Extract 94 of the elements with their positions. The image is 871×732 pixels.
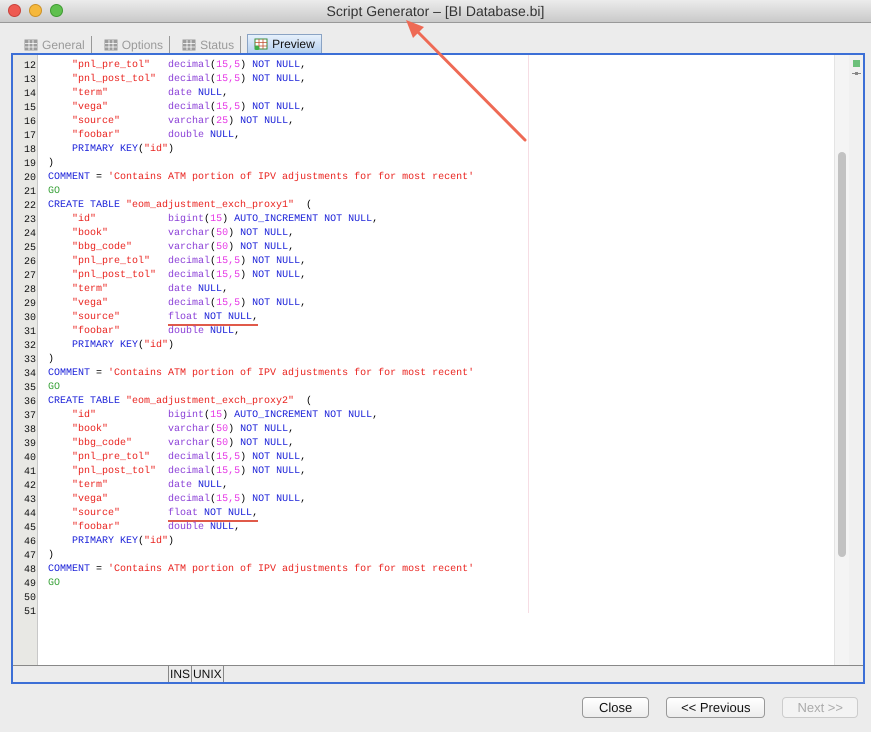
line-number: 26 (22, 256, 37, 268)
line-number: 42 (22, 480, 37, 492)
line-number: 12 (22, 60, 37, 72)
line-number: 34 (22, 368, 37, 380)
close-window-button[interactable] (8, 4, 21, 17)
code-line: "foobar" double NULL, (71, 521, 240, 535)
code-line: "term" date NULL, (71, 479, 228, 493)
code-line: "pnl_pre_tol" decimal(15,5) NOT NULL, (71, 59, 306, 73)
line-number: 28 (22, 284, 37, 296)
code-line: CREATE TABLE "eom_adjustment_exch_proxy2" ( (48, 395, 312, 409)
code-line: "term" date NULL, (71, 283, 228, 297)
code-line: COMMENT = 'Contains ATM portion of IPV adjustments for for most recent' (48, 563, 474, 577)
line-number: 21 (22, 186, 37, 198)
line-number: 23 (22, 214, 37, 226)
line-number: 48 (22, 564, 37, 576)
code-line: "pnl_post_tol" decimal(15,5) NOT NULL, (71, 269, 306, 283)
split-handle-icon[interactable] (852, 71, 860, 76)
code-line: COMMENT = 'Contains ATM portion of IPV adjustments for for most recent' (48, 171, 474, 185)
code-line: "bbg_code" varchar(50) NOT NULL, (71, 437, 294, 451)
minimize-window-button[interactable] (29, 4, 42, 17)
code-line: GO (48, 185, 60, 199)
code-line: "foobar" double NULL, (71, 129, 240, 143)
code-line: PRIMARY KEY("id") (71, 143, 174, 157)
code-line: CREATE TABLE "eom_adjustment_exch_proxy1" ( (48, 199, 312, 213)
line-number: 19 (22, 158, 37, 170)
line-number: 39 (22, 438, 37, 450)
code-line: COMMENT = 'Contains ATM portion of IPV adjustments for for most recent' (48, 367, 474, 381)
line-number: 35 (22, 382, 37, 394)
code-line: "source" float NOT NULL, (48, 507, 258, 521)
code-line: "id" bigint(15) AUTO_INCREMENT NOT NULL, (71, 213, 378, 227)
line-number: 13 (22, 74, 37, 86)
tab[interactable]: Preview (247, 34, 322, 53)
code-line: "source" float NOT NULL, (48, 311, 258, 325)
code-line: ) (48, 549, 54, 563)
table-icon (24, 38, 38, 50)
line-number: 50 (22, 592, 37, 604)
line-number: 37 (22, 410, 37, 422)
window-title: Script Generator – [BI Database.bi] (326, 3, 544, 19)
zoom-window-button[interactable] (50, 4, 63, 17)
line-number: 49 (22, 578, 37, 590)
code-line: "book" varchar(50) NOT NULL, (71, 227, 294, 241)
line-number: 22 (22, 200, 37, 212)
status-indicator-icon (852, 60, 860, 67)
scrollbar[interactable] (834, 55, 849, 665)
line-number: 51 (22, 606, 37, 618)
line-number: 36 (22, 396, 37, 408)
code-line: "vega" decimal(15,5) NOT NULL, (71, 101, 306, 115)
code-line: ) (48, 353, 54, 367)
line-number: 40 (22, 452, 37, 464)
code-line: GO (48, 381, 60, 395)
line-number: 29 (22, 298, 37, 310)
code-line: "source" varchar(25) NOT NULL, (71, 115, 294, 129)
code-line: "pnl_pre_tol" decimal(15,5) NOT NULL, (71, 255, 306, 269)
table-icon (104, 38, 118, 50)
line-number: 33 (22, 354, 37, 366)
line-number: 45 (22, 522, 37, 534)
line-number: 27 (22, 270, 37, 282)
line-number: 38 (22, 424, 37, 436)
line-ending-indicator: UNIX (192, 666, 224, 682)
dialog-button[interactable]: Close (582, 697, 650, 718)
code-line: PRIMARY KEY("id") (71, 339, 174, 353)
line-number: 20 (22, 172, 37, 184)
code-line: "vega" decimal(15,5) NOT NULL, (71, 493, 306, 507)
code-line: "book" varchar(50) NOT NULL, (71, 423, 294, 437)
line-number: 16 (22, 116, 37, 128)
code-line: PRIMARY KEY("id") (71, 535, 174, 549)
dialog-button[interactable]: << Previous (666, 697, 766, 718)
line-number: 46 (22, 536, 37, 548)
code-line: "term" date NULL, (71, 87, 228, 101)
line-number: 24 (22, 228, 37, 240)
line-number: 47 (22, 550, 37, 562)
line-number: 44 (22, 508, 37, 520)
line-number: 17 (22, 130, 37, 142)
table-icon (182, 38, 196, 50)
code-line: ) (48, 157, 54, 171)
code-line: "id" bigint(15) AUTO_INCREMENT NOT NULL, (71, 409, 378, 423)
code-line: "pnl_pre_tol" decimal(15,5) NOT NULL, (71, 451, 306, 465)
code-line: "bbg_code" varchar(50) NOT NULL, (71, 241, 294, 255)
line-number: 25 (22, 242, 37, 254)
code-line: "foobar" double NULL, (71, 325, 240, 339)
line-number: 15 (22, 102, 37, 114)
line-number: 31 (22, 326, 37, 338)
code-line: "vega" decimal(15,5) NOT NULL, (71, 297, 306, 311)
line-number: 18 (22, 144, 37, 156)
line-number: 30 (22, 312, 37, 324)
code-line: "pnl_post_tol" decimal(15,5) NOT NULL, (71, 465, 306, 479)
line-number: 43 (22, 494, 37, 506)
line-number: 14 (22, 88, 37, 100)
line-number: 32 (22, 340, 37, 352)
line-number: 41 (22, 466, 37, 478)
table-icon (254, 38, 268, 50)
code-line: "pnl_post_tol" decimal(15,5) NOT NULL, (71, 73, 306, 87)
insert-mode-indicator: INS (169, 666, 192, 682)
code-line: GO (48, 577, 60, 591)
